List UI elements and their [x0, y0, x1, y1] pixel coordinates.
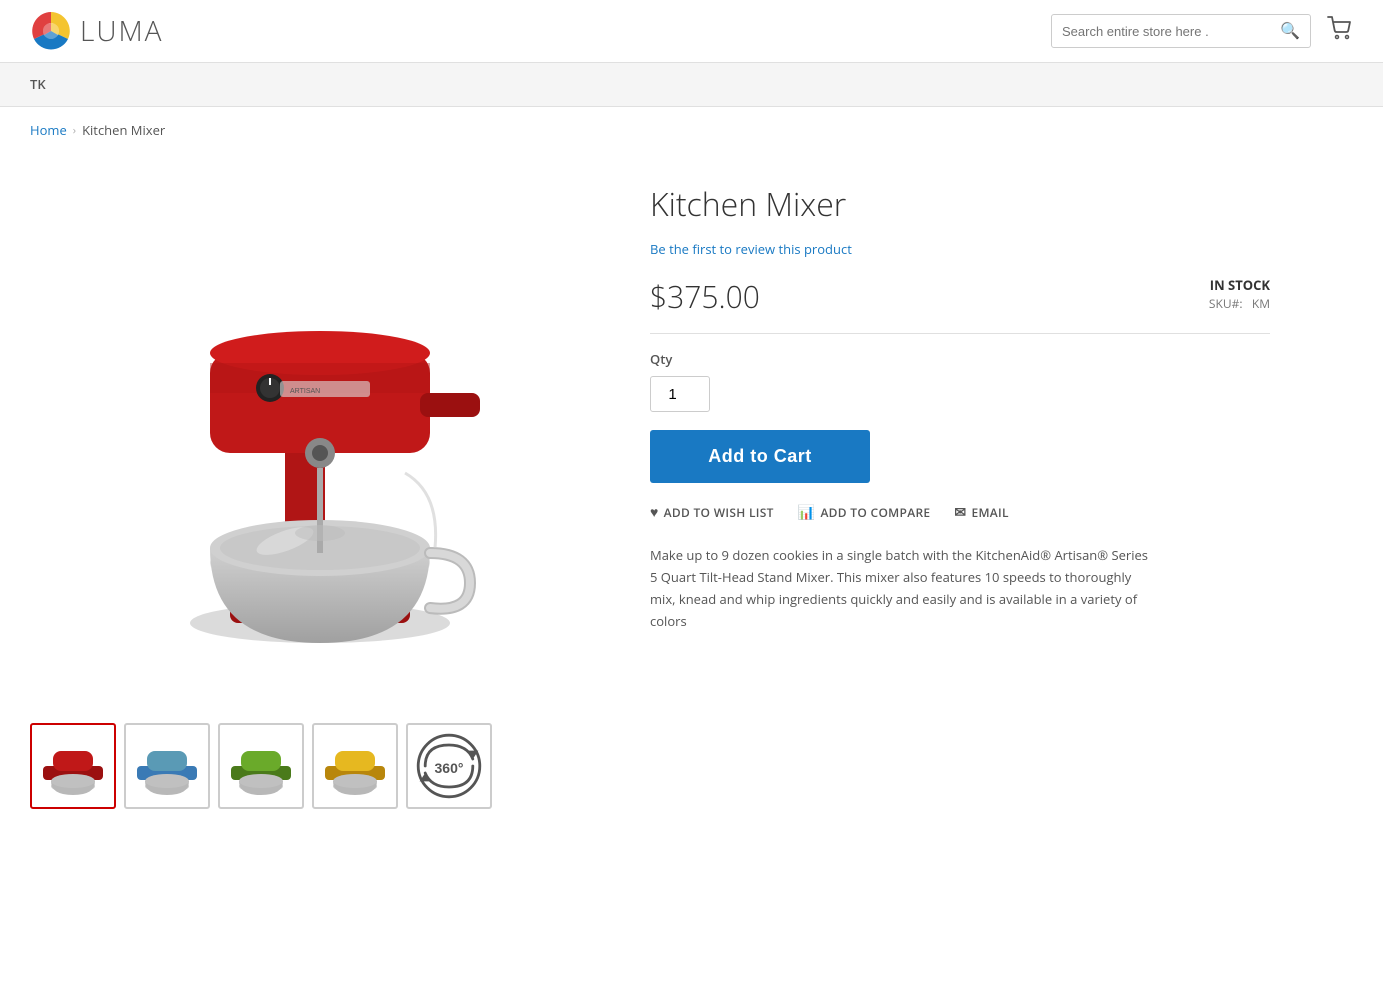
sku-label: SKU#: [1209, 295, 1243, 312]
svg-text:360°: 360° [435, 760, 464, 776]
add-to-compare-link[interactable]: 📊 ADD TO COMPARE [798, 503, 931, 522]
site-header: LUMA 🔍 [0, 0, 1383, 63]
review-link[interactable]: Be the first to review this product [650, 240, 1270, 258]
sku-value: KM [1252, 295, 1270, 312]
luma-logo-icon [30, 10, 72, 52]
product-details: Kitchen Mixer Be the first to review thi… [650, 173, 1270, 819]
product-image-svg: ARTISAN [130, 193, 510, 673]
search-button[interactable]: 🔍 [1280, 21, 1300, 41]
thumbnail-360[interactable]: 360° [406, 723, 492, 809]
logo-area[interactable]: LUMA [30, 10, 163, 52]
search-box[interactable]: 🔍 [1051, 14, 1311, 48]
header-right: 🔍 [1051, 14, 1353, 48]
heart-icon: ♥ [650, 503, 659, 522]
compare-icon: 📊 [798, 503, 816, 522]
wishlist-label: ADD TO WISH LIST [664, 504, 774, 521]
breadcrumb: Home › Kitchen Mixer [0, 107, 1383, 153]
stock-sku-area: IN STOCK SKU#: KM [1209, 276, 1270, 312]
qty-label: Qty [650, 350, 1270, 368]
product-title: Kitchen Mixer [650, 183, 1270, 226]
nav-user-label: TK [30, 75, 46, 93]
navigation-bar: TK [0, 63, 1383, 107]
qty-input[interactable] [650, 376, 710, 412]
email-link[interactable]: ✉ EMAIL [954, 503, 1008, 522]
product-image-area: ARTISAN [30, 173, 610, 819]
sku-line: SKU#: KM [1209, 295, 1270, 312]
cart-button[interactable] [1327, 16, 1353, 46]
email-icon: ✉ [954, 503, 966, 522]
logo-text: LUMA [80, 12, 163, 50]
breadcrumb-separator: › [73, 123, 76, 138]
thumbnail-blue[interactable] [124, 723, 210, 809]
product-description: Make up to 9 dozen cookies in a single b… [650, 544, 1150, 632]
product-page: ARTISAN [0, 153, 1300, 859]
compare-label: ADD TO COMPARE [820, 504, 930, 521]
add-to-cart-button[interactable]: Add to Cart [650, 430, 870, 483]
thumbnail-red[interactable] [30, 723, 116, 809]
thumbnail-yellow[interactable] [312, 723, 398, 809]
breadcrumb-current-page: Kitchen Mixer [82, 121, 165, 139]
svg-text:ARTISAN: ARTISAN [290, 388, 320, 395]
search-input[interactable] [1062, 24, 1280, 39]
product-price: $375.00 [650, 276, 760, 317]
product-actions: ♥ ADD TO WISH LIST 📊 ADD TO COMPARE ✉ EM… [650, 503, 1270, 522]
product-thumbnails: 360° [30, 713, 610, 819]
stock-status: IN STOCK [1209, 276, 1270, 294]
email-label: EMAIL [971, 504, 1008, 521]
cart-icon [1327, 16, 1353, 40]
breadcrumb-home-link[interactable]: Home [30, 121, 67, 139]
add-to-wishlist-link[interactable]: ♥ ADD TO WISH LIST [650, 503, 774, 522]
price-stock-row: $375.00 IN STOCK SKU#: KM [650, 276, 1270, 334]
product-main-image: ARTISAN [30, 173, 610, 693]
thumbnail-green[interactable] [218, 723, 304, 809]
